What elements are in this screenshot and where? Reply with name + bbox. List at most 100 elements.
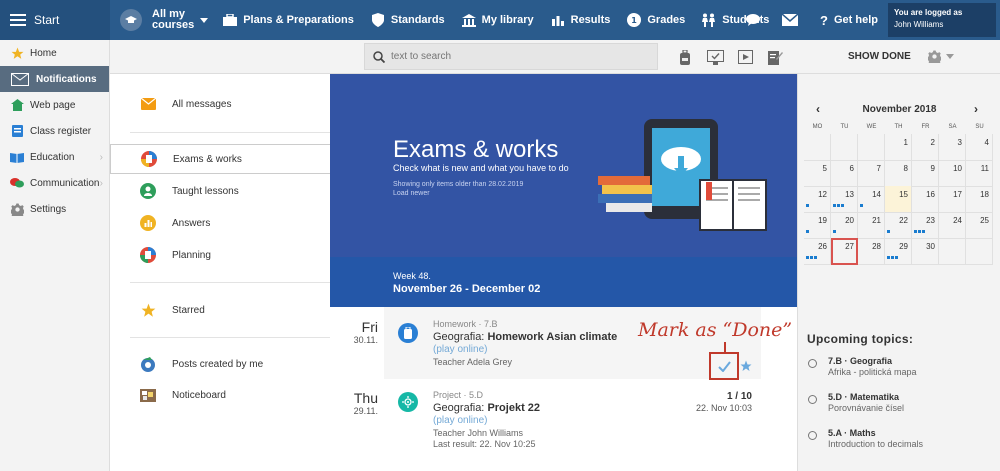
filter-label: Posts created by me	[172, 358, 264, 370]
filter-exams-works[interactable]: Exams & works	[110, 144, 330, 174]
calendar-day-number: 3	[957, 138, 962, 147]
sidebar-item-education[interactable]: Education ›	[0, 144, 109, 170]
calendar-day-number: 4	[984, 138, 989, 147]
start-menu-button[interactable]: Start	[0, 0, 110, 40]
edit-document-icon[interactable]	[766, 48, 784, 66]
calendar-weekday: SU	[975, 124, 984, 130]
sidebar-item-web-page[interactable]: Web page	[0, 92, 109, 118]
calendar-day[interactable]: 4	[966, 134, 993, 161]
entry-title[interactable]: Geografia: Projekt 22	[433, 402, 540, 414]
calendar-day[interactable]: 5	[804, 160, 831, 187]
filter-starred[interactable]: Starred	[110, 295, 330, 325]
play-online-link[interactable]: (play online)	[433, 415, 487, 426]
hero-subtitle: Check what is new and what you have to d…	[393, 163, 569, 173]
calendar-day[interactable]: 30	[912, 238, 939, 265]
chat-icon[interactable]	[746, 13, 762, 27]
calendar-day[interactable]: 10	[939, 160, 966, 187]
nav-my-library[interactable]: My library	[461, 12, 534, 28]
calendar-day[interactable]: 7	[858, 160, 885, 187]
calendar-day[interactable]: 9	[912, 160, 939, 187]
entry-title[interactable]: Geografia: Homework Asian climate	[433, 331, 617, 343]
filter-taught-lessons[interactable]: Taught lessons	[110, 176, 330, 206]
sidebar-item-home[interactable]: Home	[0, 40, 109, 66]
entry-deadline: 22. Nov 10:03	[695, 403, 752, 413]
calendar-day[interactable]: 18	[966, 186, 993, 213]
calendar-day[interactable]: 29	[885, 238, 912, 265]
filter-noticeboard[interactable]: Noticeboard	[110, 380, 330, 410]
entry-date: 30.11.	[353, 335, 378, 345]
user-name: John Williams	[894, 20, 944, 29]
sidebar-item-communication[interactable]: Communication ›	[0, 170, 109, 196]
calendar-day[interactable]: 21	[858, 212, 885, 239]
sidebar-item-class-register[interactable]: Class register	[0, 118, 109, 144]
nav-standards[interactable]: Standards	[370, 12, 445, 28]
calendar-day-number: 11	[980, 164, 989, 173]
calendar-empty-cell	[939, 238, 966, 265]
calendar-day[interactable]: 22	[885, 212, 912, 239]
calendar-day[interactable]: 28	[858, 238, 885, 265]
mail-icon[interactable]	[782, 14, 799, 26]
calendar-day[interactable]: 13	[831, 186, 858, 213]
calendar-day[interactable]: 17	[939, 186, 966, 213]
list-item[interactable]: Thu 29.11. Project · 5.D Geografia: Proj…	[330, 386, 797, 471]
filter-all-messages[interactable]: All messages	[110, 89, 330, 119]
nav-results[interactable]: Results	[550, 12, 610, 28]
calendar-day[interactable]: 15	[885, 186, 912, 213]
graduation-cap-icon	[120, 9, 142, 31]
calendar-day[interactable]: 27	[831, 238, 858, 265]
calendar-day[interactable]: 8	[885, 160, 912, 187]
event-dots	[887, 230, 891, 233]
event-dots	[806, 204, 810, 207]
calendar-day[interactable]: 19	[804, 212, 831, 239]
filter-label: Exams & works	[173, 153, 242, 165]
filter-answers[interactable]: Answers	[110, 208, 330, 238]
filter-planning[interactable]: Planning	[110, 240, 330, 270]
search-input[interactable]	[391, 51, 641, 62]
user-account-menu[interactable]: You are logged as John Williams	[888, 3, 996, 37]
filter-posts-created-by-me[interactable]: Posts created by me	[110, 349, 330, 379]
event-dots	[806, 230, 810, 233]
calendar-day[interactable]: 1	[885, 134, 912, 161]
play-online-link[interactable]: (play online)	[433, 344, 487, 355]
backpack-icon[interactable]	[676, 48, 694, 66]
sidebar-item-notifications[interactable]: Notifications	[0, 66, 109, 92]
project-icon	[398, 392, 418, 412]
week-range: November 26 - December 02	[393, 283, 541, 295]
calendar-next-button[interactable]: ›	[974, 102, 978, 116]
calendar-day[interactable]: 11	[966, 160, 993, 187]
sidebar-item-settings[interactable]: Settings	[0, 196, 109, 222]
calendar-day[interactable]: 26	[804, 238, 831, 265]
divider	[130, 132, 330, 133]
monitor-check-icon[interactable]	[706, 48, 724, 66]
my-courses-dropdown[interactable]: All my courses	[110, 9, 209, 31]
entry-day: Thu	[353, 390, 378, 406]
star-icon[interactable]	[740, 360, 752, 375]
calendar-weekday: WE	[866, 124, 877, 130]
calendar-day[interactable]: 24	[939, 212, 966, 239]
calendar-day[interactable]: 6	[831, 160, 858, 187]
nav-plans[interactable]: Plans & Preparations	[222, 12, 354, 28]
calendar-day[interactable]: 23	[912, 212, 939, 239]
event-dots	[914, 230, 926, 233]
calendar-day[interactable]: 12	[804, 186, 831, 213]
search-icon	[373, 50, 385, 63]
calendar-day[interactable]: 2	[912, 134, 939, 161]
logged-as-label: You are logged as	[894, 8, 963, 17]
load-newer-link[interactable]: Load newer	[393, 190, 430, 197]
clock-icon	[808, 395, 817, 404]
calendar-day[interactable]: 20	[831, 212, 858, 239]
help-button[interactable]: ? Get help	[820, 13, 878, 28]
topic-class: 5.D · Matematika	[828, 392, 900, 402]
calendar-day[interactable]: 14	[858, 186, 885, 213]
video-icon[interactable]	[736, 48, 754, 66]
calendar-day[interactable]: 3	[939, 134, 966, 161]
calendar-day-number: 30	[926, 242, 935, 251]
nav-grades[interactable]: 1 Grades	[626, 12, 685, 28]
search-box[interactable]	[364, 43, 658, 70]
show-done-toggle[interactable]: SHOW DONE	[848, 51, 911, 62]
calendar-day[interactable]: 25	[966, 212, 993, 239]
calendar-day-number: 9	[930, 164, 935, 173]
settings-menu[interactable]	[928, 50, 954, 63]
calendar-day[interactable]: 16	[912, 186, 939, 213]
nav-my-library-label: My library	[481, 14, 534, 26]
